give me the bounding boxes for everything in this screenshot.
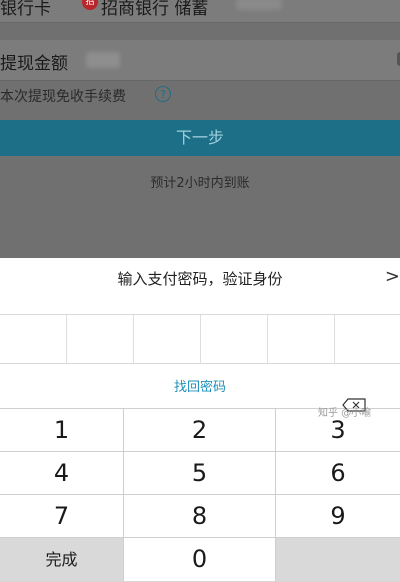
masked-amount: [86, 52, 120, 68]
close-icon[interactable]: >: [385, 266, 400, 287]
key-9[interactable]: 9: [276, 495, 400, 538]
bank-name: 招商银行 储蓄: [101, 0, 209, 19]
pin-digit-cell: [134, 315, 201, 363]
forgot-password-link[interactable]: 找回密码: [0, 376, 400, 395]
key-2[interactable]: 2: [124, 409, 276, 452]
fee-note: 本次提现免收手续费: [0, 89, 126, 105]
masked-card-number: [236, 0, 282, 10]
arrival-estimate: 预计2小时内到账: [150, 176, 250, 191]
delete-button[interactable]: [276, 538, 400, 581]
key-1[interactable]: 1: [0, 409, 124, 452]
next-step-button[interactable]: 下一步: [0, 120, 400, 156]
password-input[interactable]: [0, 314, 400, 364]
question-icon[interactable]: ?: [155, 86, 171, 102]
withdraw-page: 银行卡 招 招商银行 储蓄 提现金额 本次提现免收手续费 ? 下一步 预计2小时…: [0, 0, 400, 258]
numeric-keypad: 1 2 3 4 5 6 7 8 9 完成 0: [0, 408, 400, 582]
key-0[interactable]: 0: [124, 538, 276, 581]
payment-password-sheet: 输入支付密码，验证身份 > 找回密码 1 2 3 4 5 6 7 8 9 完成 …: [0, 258, 400, 582]
key-6[interactable]: 6: [276, 452, 400, 495]
bank-logo-icon: 招: [82, 0, 98, 10]
key-4[interactable]: 4: [0, 452, 124, 495]
watermark: 知乎 @小喻: [318, 408, 372, 419]
done-button[interactable]: 完成: [0, 538, 124, 581]
amount-row[interactable]: 提现金额: [0, 40, 400, 81]
key-5[interactable]: 5: [124, 452, 276, 495]
bank-card-label: 银行卡: [0, 0, 51, 19]
pin-digit-cell: [201, 315, 268, 363]
bank-card-row[interactable]: 银行卡 招 招商银行 储蓄: [0, 0, 400, 23]
key-7[interactable]: 7: [0, 495, 124, 538]
key-8[interactable]: 8: [124, 495, 276, 538]
pin-digit-cell: [335, 315, 400, 363]
pin-digit-cell: [268, 315, 335, 363]
pin-digit-cell: [0, 315, 67, 363]
sheet-title: 输入支付密码，验证身份: [117, 270, 283, 288]
pin-digit-cell: [67, 315, 134, 363]
amount-label: 提现金额: [0, 54, 68, 74]
